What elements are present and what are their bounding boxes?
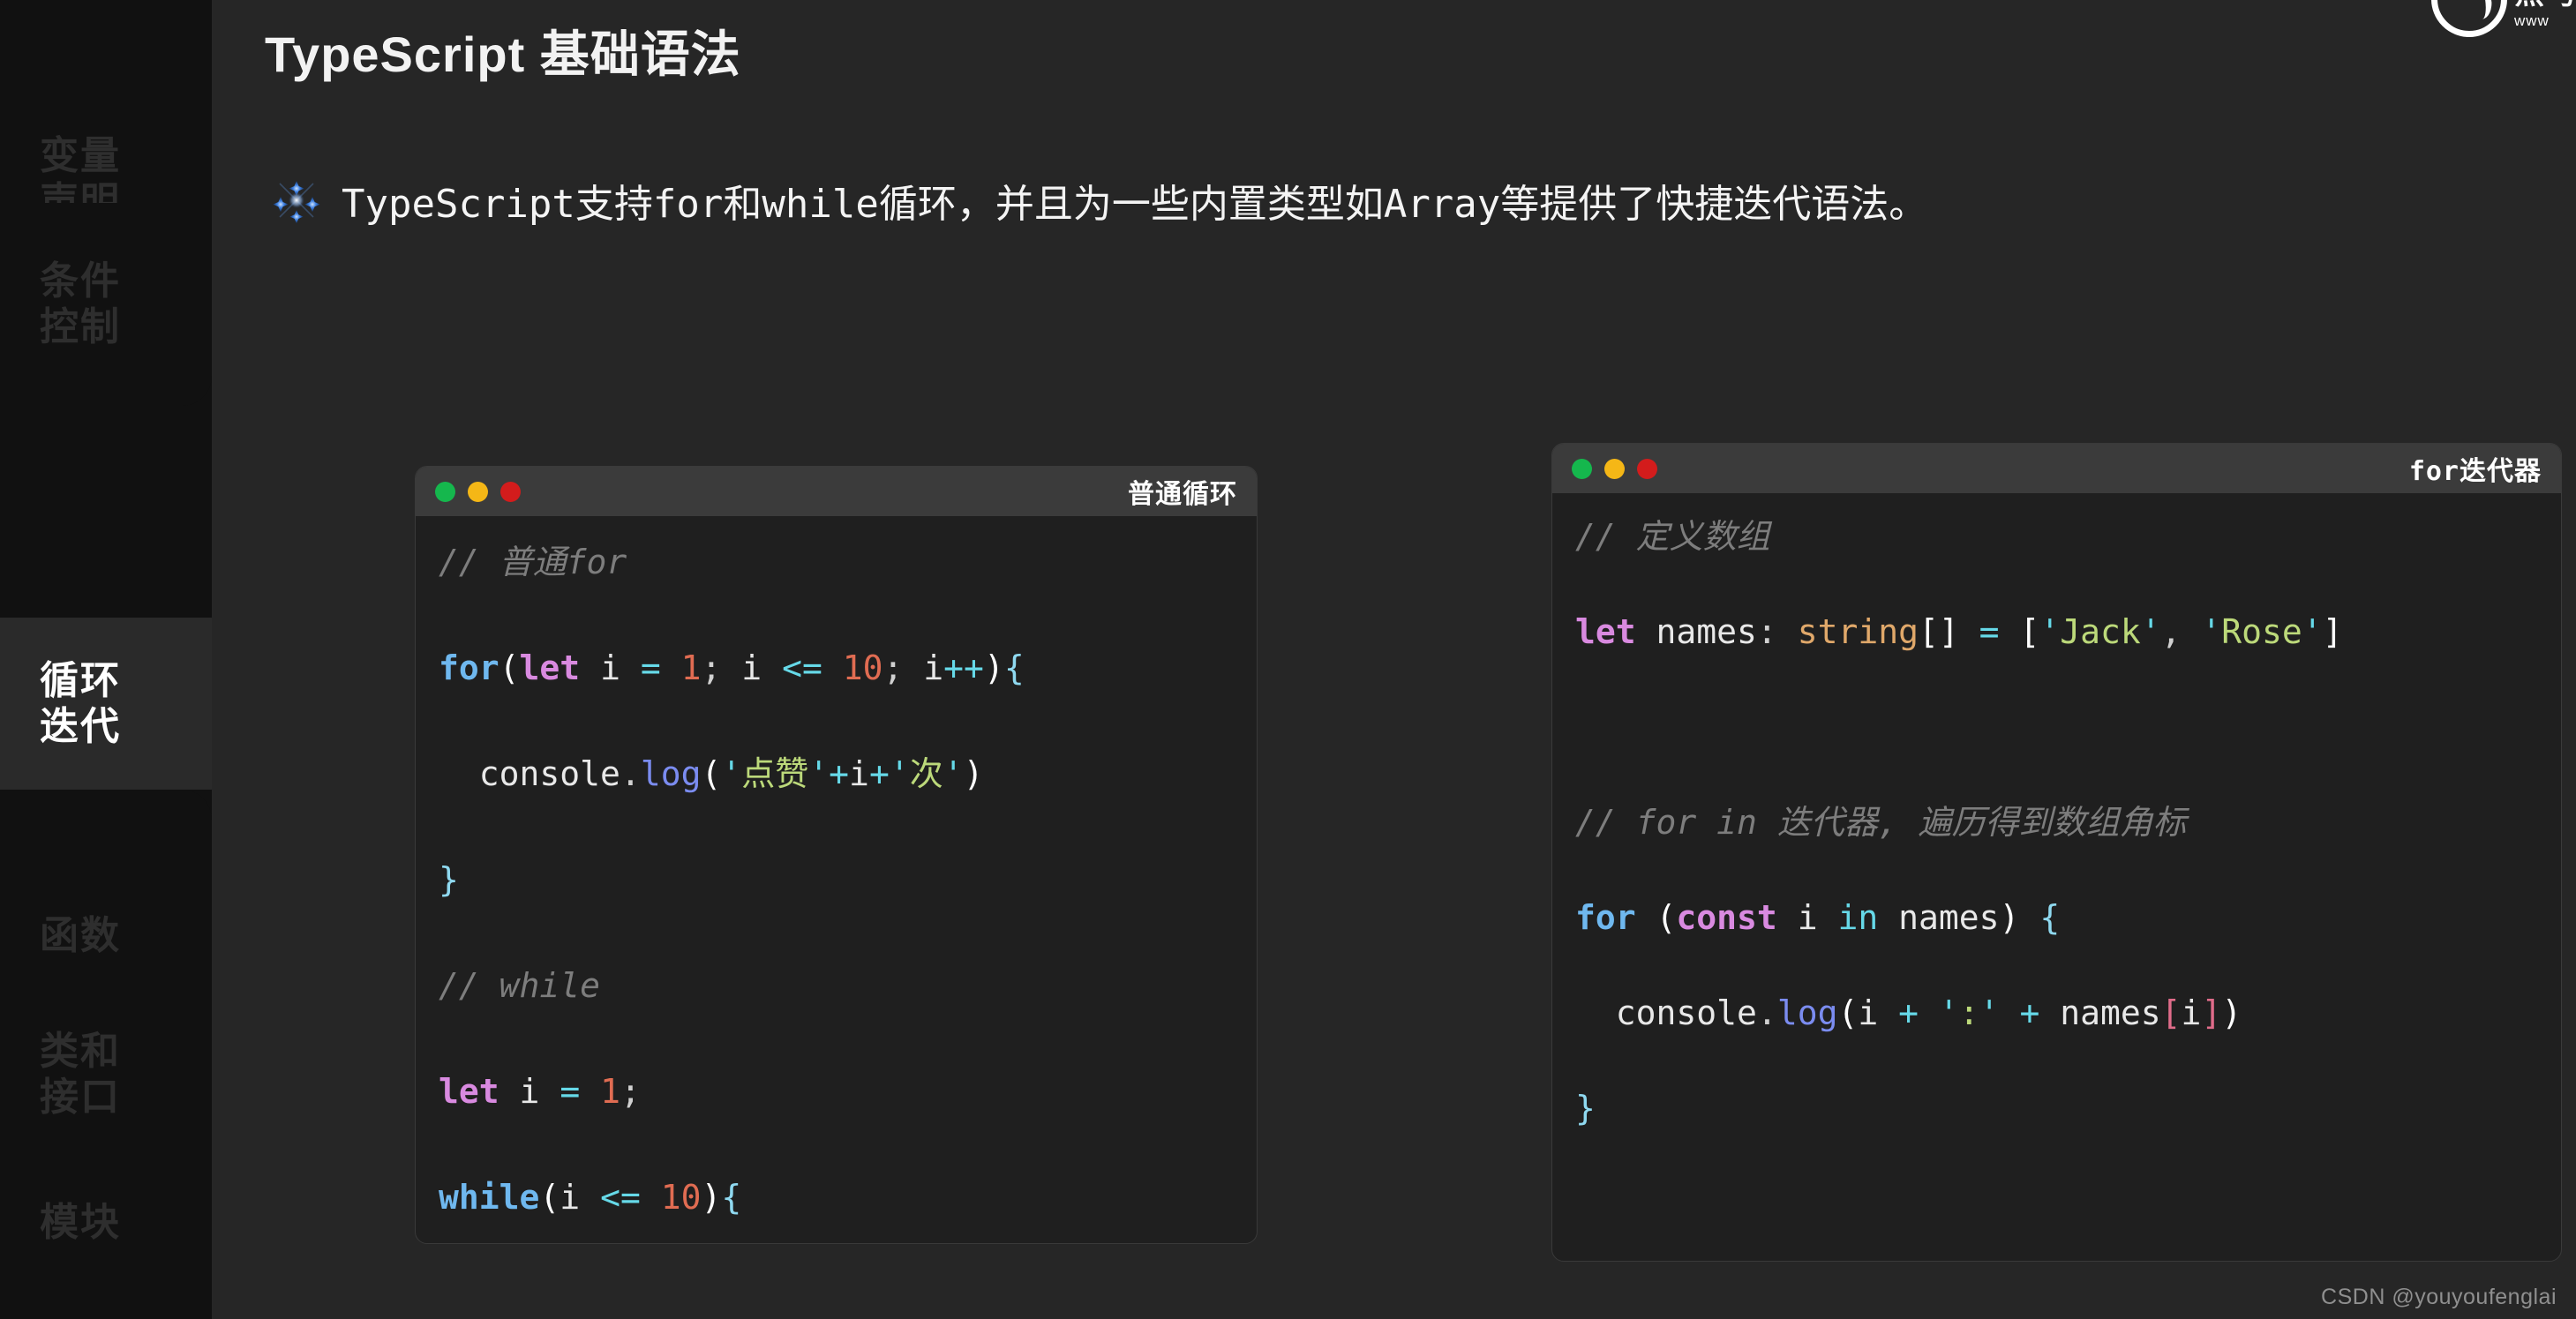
slide-root: 变量 声明 条件 控制 循环 迭代 函数 类和 接口 模块 TypeScript… [0,0,2576,1319]
code-body[interactable]: // 普通for for(let i = 1; i <= 10; i++){ c… [416,516,1257,1243]
green-dot[interactable] [435,481,455,502]
sidebar-item-function[interactable]: 函数 [0,790,212,975]
code-line: } [1575,1089,1596,1128]
bullet-text: TypeScript支持for和while循环，并且为一些内置类型如Array等… [342,182,1928,227]
sidebar-item-label-line2: 控制 [40,305,121,348]
window-control-dots [435,481,521,502]
code-line: while(i <= 10){ [439,1178,742,1217]
csdn-watermark: CSDN @youyoufenglai [2321,1285,2557,1309]
code-body[interactable]: // 定义数组 let names: string[] = ['Jack', '… [1552,493,2561,1261]
code-window-titlebar: for迭代器 [1552,444,2561,493]
code-line: // while [439,966,601,1005]
code-line: for (const i in names) { [1575,898,2061,937]
sidebar-item-conditional-control[interactable]: 条件 控制 [0,203,212,406]
sidebar-item-module[interactable]: 模块 [0,1173,212,1319]
red-dot[interactable] [500,481,521,502]
code-line: } [439,860,459,899]
logo-text: 黑马 www [2514,0,2576,30]
code-line: for(let i = 1; i <= 10; i++){ [439,648,1025,687]
code-line: // 普通for [439,543,627,581]
sidebar-item-label-line1: 条件 [40,259,121,304]
sidebar-item-label-line1: 变量 [40,133,121,177]
code-window-title: for迭代器 [2408,456,2542,487]
bullet-row: TypeScript支持for和while循环，并且为一些内置类型如Array等… [269,172,1927,229]
red-dot[interactable] [1637,458,1657,479]
code-window-title: 普通循环 [1128,479,1237,510]
code-line: // for in 迭代器, 遍历得到数组角标 [1575,803,2187,842]
horse-circle-logo-icon [2431,0,2507,37]
brand-logo: 黑马 www [2431,0,2576,37]
yellow-dot[interactable] [468,481,488,502]
code-window-basic-loop: 普通循环 // 普通for for(let i = 1; i <= 10; i+… [415,466,1258,1244]
sparkle-cluster-icon [269,173,324,228]
logo-name: 黑马 [2514,0,2576,12]
sidebar-item-label-line2: 迭代 [40,704,121,748]
code-line: // 定义数组 [1575,517,1770,556]
page-title: TypeScript 基础语法 [265,26,741,82]
window-control-dots [1572,458,1657,479]
logo-sub: www [2514,11,2550,29]
sidebar-item-class-and-interface[interactable]: 类和 接口 [0,975,212,1173]
code-line: console.log('点赞'+i+'次') [478,754,984,793]
sidebar-item-label-line1: 循环 [40,658,121,702]
code-line: let names: string[] = ['Jack', 'Rose'] [1575,612,2343,651]
yellow-dot[interactable] [1604,458,1625,479]
sidebar: 变量 声明 条件 控制 循环 迭代 函数 类和 接口 模块 [0,0,212,1319]
sidebar-item-label-line1: 模块 [40,1201,121,1244]
sidebar-item-loop-iteration[interactable]: 循环 迭代 [0,618,212,790]
code-line: console.log(i + ':' + names[i]) [1615,993,2242,1032]
code-window-for-iterator: for迭代器 // 定义数组 let names: string[] = ['J… [1551,443,2562,1262]
green-dot[interactable] [1572,458,1592,479]
sidebar-item-label-line1: 函数 [40,914,121,958]
code-window-titlebar: 普通循环 [416,467,1257,516]
sidebar-item-label-line1: 类和 [40,1029,121,1073]
code-line: let i = 1; [439,1072,641,1111]
sidebar-item-label-line2: 接口 [40,1075,121,1119]
